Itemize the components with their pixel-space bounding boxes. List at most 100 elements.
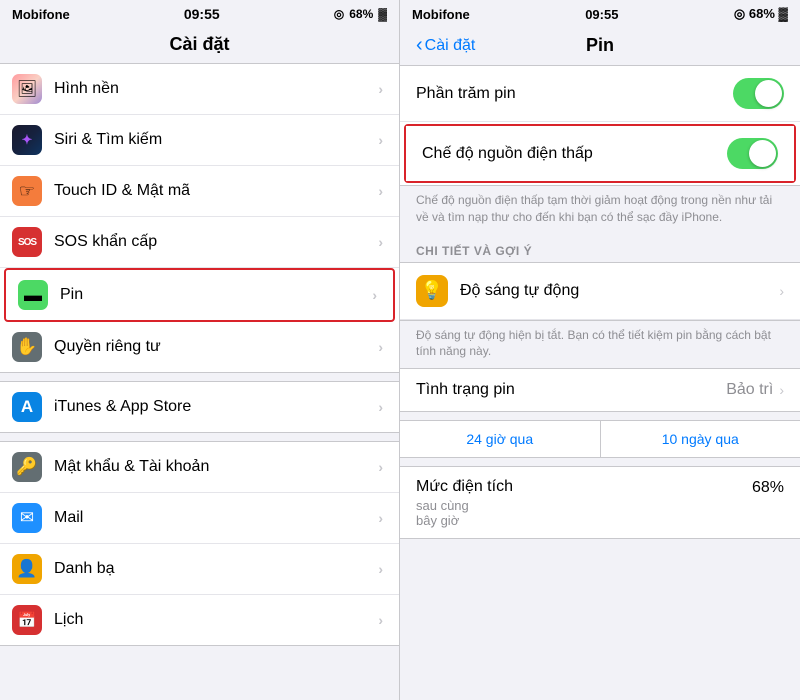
battery-toggles-section: Phần trăm pin Chế độ nguồn điện thấp	[400, 65, 800, 186]
brightness-row[interactable]: 💡 Độ sáng tự động ›	[400, 263, 800, 320]
sidebar-item-wallpaper[interactable]: 🖼 Hình nền ›	[0, 64, 399, 115]
muc-dien-value: 68%	[752, 479, 784, 497]
back-label: Cài đặt	[425, 37, 476, 55]
settings-section-1: 🖼 Hình nền › ✦ Siri & Tìm kiếm › ☞ Touch…	[0, 63, 399, 373]
left-nav-title: Cài đặt	[0, 28, 399, 63]
left-status-bar: Mobifone 09:55 ◎ 68% ▓	[0, 0, 399, 28]
calendar-label: Lịch	[54, 611, 378, 629]
settings-section-2: A iTunes & App Store ›	[0, 381, 399, 433]
phantram-label: Phần trăm pin	[416, 85, 733, 103]
wallpaper-label: Hình nền	[54, 80, 378, 98]
muc-dien-title: Mức điện tích	[416, 477, 752, 498]
left-status-icons: ◎ 68% ▓	[334, 7, 387, 21]
chevron-contacts: ›	[378, 561, 383, 577]
sidebar-item-contacts[interactable]: 👤 Danh bạ ›	[0, 544, 399, 595]
chevron-privacy: ›	[378, 339, 383, 355]
phantram-toggle[interactable]	[733, 78, 784, 109]
sidebar-item-battery[interactable]: ▬ Pin ›	[4, 268, 395, 322]
tinh-trang-value: Bảo trì	[726, 381, 773, 399]
brightness-chevron-icon: ›	[779, 283, 784, 299]
brightness-section: 💡 Độ sáng tự động ›	[400, 262, 800, 321]
sidebar-item-siri[interactable]: ✦ Siri & Tìm kiếm ›	[0, 115, 399, 166]
battery-percent-left: 68%	[349, 7, 373, 21]
chedonguon-label: Chế độ nguồn điện thấp	[422, 145, 727, 163]
mail-icon: ✉	[12, 503, 42, 533]
password-label: Mật khẩu & Tài khoản	[54, 458, 378, 476]
right-battery-icon: ▓	[779, 6, 788, 21]
tab-10d[interactable]: 10 ngày qua	[601, 421, 800, 457]
itunes-icon: A	[12, 392, 42, 422]
wallpaper-icon: 🖼	[12, 74, 42, 104]
tinh-trang-label: Tình trạng pin	[416, 381, 726, 399]
right-location-icon: ◎	[734, 6, 745, 21]
left-carrier: Mobifone	[12, 7, 70, 22]
sidebar-item-mail[interactable]: ✉ Mail ›	[0, 493, 399, 544]
chevron-battery: ›	[372, 287, 377, 303]
right-battery-percent: 68%	[749, 6, 775, 21]
left-panel: Mobifone 09:55 ◎ 68% ▓ Cài đặt 🖼 Hình nề…	[0, 0, 400, 700]
time-tabs: 24 giờ qua 10 ngày qua	[400, 420, 800, 458]
touchid-icon: ☞	[12, 176, 42, 206]
right-carrier: Mobifone	[412, 7, 470, 22]
tinh-trang-chevron-icon: ›	[779, 382, 784, 398]
muc-dien-sub2: bây giờ	[416, 513, 752, 528]
sidebar-item-itunes[interactable]: A iTunes & App Store ›	[0, 382, 399, 432]
muc-dien-sub: sau cùng	[416, 498, 752, 513]
sidebar-item-calendar[interactable]: 📅 Lịch ›	[0, 595, 399, 645]
settings-list: 🖼 Hình nền › ✦ Siri & Tìm kiếm › ☞ Touch…	[0, 63, 399, 700]
chevron-sos: ›	[378, 234, 383, 250]
tab-24h[interactable]: 24 giờ qua	[400, 421, 601, 457]
chevron-touchid: ›	[378, 183, 383, 199]
privacy-icon: ✋	[12, 332, 42, 362]
left-time: 09:55	[184, 6, 220, 22]
siri-label: Siri & Tìm kiếm	[54, 131, 378, 149]
phantram-toggle-knob	[755, 80, 782, 107]
sidebar-item-password[interactable]: 🔑 Mật khẩu & Tài khoản ›	[0, 442, 399, 493]
muc-dien-section: Mức điện tích sau cùng bây giờ 68%	[400, 466, 800, 539]
sos-label: SOS khẩn cấp	[54, 233, 378, 251]
location-icon: ◎	[334, 7, 344, 21]
calendar-icon: 📅	[12, 605, 42, 635]
chevron-itunes: ›	[378, 399, 383, 415]
mail-label: Mail	[54, 509, 378, 527]
right-status-bar: Mobifone 09:55 ◎ 68% ▓	[400, 0, 800, 28]
brightness-icon: 💡	[416, 275, 448, 307]
right-nav: ‹ Cài đặt Pin	[400, 28, 800, 65]
chedonguon-row-wrapper: Chế độ nguồn điện thấp	[404, 124, 796, 183]
muc-dien-label: Mức điện tích sau cùng bây giờ	[416, 477, 752, 528]
chevron-siri: ›	[378, 132, 383, 148]
contacts-label: Danh bạ	[54, 560, 378, 578]
back-button[interactable]: ‹ Cài đặt	[416, 34, 475, 57]
contacts-icon: 👤	[12, 554, 42, 584]
details-section-header: CHI TIẾT VÀ GỢI Ý	[400, 236, 800, 262]
brightness-note: Độ sáng tự động hiện bị tắt. Bạn có thể …	[400, 321, 800, 369]
sidebar-item-touchid[interactable]: ☞ Touch ID & Mật mã ›	[0, 166, 399, 217]
battery-icon: ▬	[18, 280, 48, 310]
phantram-row: Phần trăm pin	[400, 66, 800, 122]
brightness-label: Độ sáng tự động	[460, 282, 779, 300]
sos-icon: SOS	[12, 227, 42, 257]
chedonguon-toggle[interactable]	[727, 138, 778, 169]
right-status-icons: ◎ 68% ▓	[734, 6, 788, 22]
touchid-label: Touch ID & Mật mã	[54, 182, 378, 200]
tinh-trang-row[interactable]: Tình trạng pin Bảo trì ›	[400, 368, 800, 412]
chevron-wallpaper: ›	[378, 81, 383, 97]
back-arrow-icon: ‹	[416, 34, 423, 57]
battery-icon-left: ▓	[378, 7, 387, 21]
chevron-calendar: ›	[378, 612, 383, 628]
right-panel: Mobifone 09:55 ◎ 68% ▓ ‹ Cài đặt Pin Phầ…	[400, 0, 800, 700]
battery-mode-note: Chế độ nguồn điện thấp tạm thời giảm hoạ…	[400, 186, 800, 236]
right-nav-title: Pin	[586, 35, 614, 56]
sidebar-item-privacy[interactable]: ✋ Quyền riêng tư ›	[0, 322, 399, 372]
right-content: Phần trăm pin Chế độ nguồn điện thấp Chế…	[400, 65, 800, 700]
sidebar-item-sos[interactable]: SOS SOS khẩn cấp ›	[0, 217, 399, 268]
siri-icon: ✦	[12, 125, 42, 155]
privacy-label: Quyền riêng tư	[54, 338, 378, 356]
muc-dien-row: Mức điện tích sau cùng bây giờ 68%	[400, 467, 800, 538]
settings-section-3: 🔑 Mật khẩu & Tài khoản › ✉ Mail › 👤 Danh…	[0, 441, 399, 646]
chedonguon-row: Chế độ nguồn điện thấp	[406, 126, 794, 181]
chevron-password: ›	[378, 459, 383, 475]
chedonguon-toggle-knob	[749, 140, 776, 167]
battery-label: Pin	[60, 286, 372, 304]
chevron-mail: ›	[378, 510, 383, 526]
